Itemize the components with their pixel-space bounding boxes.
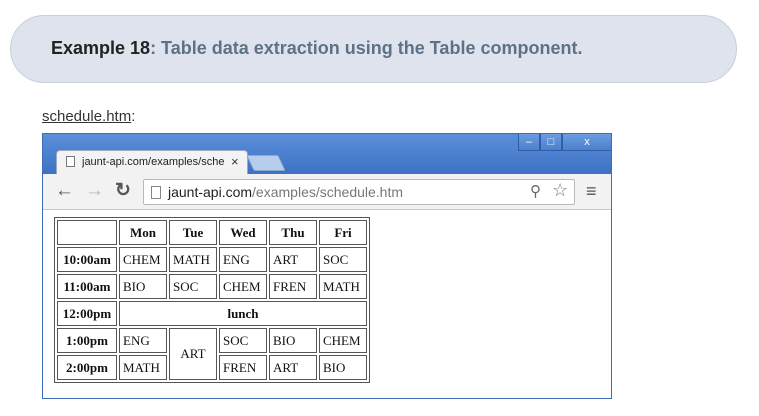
menu-icon[interactable]: ≡ <box>586 181 597 202</box>
example-header: Example 18: Table data extraction using … <box>10 15 737 83</box>
table-cell: MATH <box>169 247 217 272</box>
table-cell: CHEM <box>319 328 367 353</box>
table-cell: MATH <box>319 274 367 299</box>
schedule-file-link[interactable]: schedule.htm <box>42 108 131 125</box>
close-window-button[interactable]: x <box>562 134 611 151</box>
browser-tab[interactable]: jaunt-api.com/examples/schedule.htm × <box>56 150 248 174</box>
url-domain: jaunt-api.com <box>168 184 253 200</box>
time-cell: 10:00am <box>57 247 117 272</box>
time-cell: 12:00pm <box>57 301 117 326</box>
column-header: Thu <box>269 220 317 245</box>
time-cell: 1:00pm <box>57 328 117 353</box>
file-link-line: schedule.htm: <box>42 108 135 125</box>
tab-close-icon[interactable]: × <box>231 154 239 169</box>
url-text[interactable]: jaunt-api.com/examples/schedule.htm <box>168 184 403 200</box>
example-heading: Example 18: Table data extraction using … <box>51 38 582 59</box>
page-icon <box>66 156 75 167</box>
table-cell: MATH <box>119 355 167 380</box>
table-cell: CHEM <box>119 247 167 272</box>
table-cell: FREN <box>219 355 267 380</box>
browser-toolbar: ← → ↻ jaunt-api.com/examples/schedule.ht… <box>43 174 611 210</box>
arrow-left-icon[interactable]: ← <box>55 180 74 202</box>
table-row: 11:00am BIO SOC CHEM FREN MATH <box>57 274 367 299</box>
merged-table-cell: ART <box>169 328 217 380</box>
example-label: Example 18 <box>51 38 151 58</box>
time-cell: 11:00am <box>57 274 117 299</box>
example-title: : Table data extraction using the Table … <box>150 38 583 58</box>
arrow-right-icon[interactable]: → <box>85 180 104 202</box>
maximize-button[interactable]: □ <box>540 134 562 151</box>
table-cell: SOC <box>319 247 367 272</box>
table-row: 1:00pm ENG ART SOC BIO CHEM <box>57 328 367 380</box>
column-header: Mon <box>119 220 167 245</box>
reload-icon[interactable]: ↻ <box>115 180 131 202</box>
table-cell: BIO <box>119 274 167 299</box>
lunch-cell: lunch <box>119 301 367 326</box>
file-link-suffix: : <box>131 108 136 125</box>
table-row: 10:00am CHEM MATH ENG ART SOC <box>57 247 367 272</box>
table-cell: FREN <box>269 274 317 299</box>
new-tab-button[interactable] <box>246 155 286 171</box>
table-cell: BIO <box>319 355 367 380</box>
tab-title: jaunt-api.com/examples/schedule.htm <box>82 156 225 168</box>
star-icon[interactable]: ☆ <box>552 180 568 201</box>
page-icon <box>151 186 161 199</box>
schedule-table: Mon Tue Wed Thu Fri 10:00am CHEM MATH EN… <box>54 217 370 383</box>
minimize-button[interactable]: – <box>518 134 540 151</box>
zoom-icon[interactable]: ⚲ <box>530 182 541 200</box>
browser-window: – □ x jaunt-api.com/examples/schedule.ht… <box>42 133 612 399</box>
column-header: Tue <box>169 220 217 245</box>
table-cell: SOC <box>169 274 217 299</box>
page-content: Mon Tue Wed Thu Fri 10:00am CHEM MATH EN… <box>43 210 611 398</box>
table-cell: SOC <box>219 328 267 353</box>
corner-cell <box>57 220 117 245</box>
table-cell: ART <box>269 355 317 380</box>
url-path: /examples/schedule.htm <box>252 184 404 200</box>
table-header-row: Mon Tue Wed Thu Fri <box>57 220 367 245</box>
address-bar[interactable]: jaunt-api.com/examples/schedule.htm ⚲ ☆ <box>143 179 575 205</box>
table-cell: ART <box>269 247 317 272</box>
column-header: Wed <box>219 220 267 245</box>
table-row: 12:00pm lunch <box>57 301 367 326</box>
column-header: Fri <box>319 220 367 245</box>
table-cell: BIO <box>269 328 317 353</box>
table-cell: CHEM <box>219 274 267 299</box>
table-cell: ENG <box>219 247 267 272</box>
browser-titlebar: – □ x jaunt-api.com/examples/schedule.ht… <box>43 134 611 174</box>
table-cell: ENG <box>119 328 167 353</box>
time-cell: 2:00pm <box>57 355 117 380</box>
